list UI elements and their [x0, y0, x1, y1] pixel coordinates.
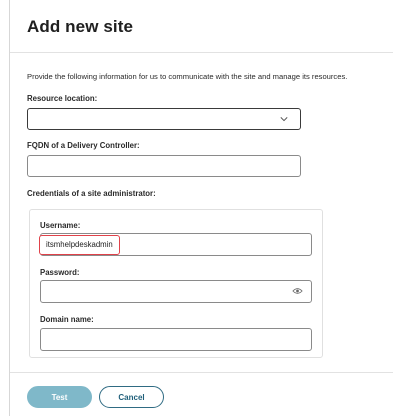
username-label: Username:: [40, 221, 81, 230]
resource-location-label: Resource location:: [27, 94, 98, 103]
dialog-footer: Test Cancel: [10, 372, 393, 417]
username-value: itsmhelpdeskadmin: [46, 240, 113, 249]
credentials-panel: Username: itsmhelpdeskadmin Password: Do…: [29, 209, 323, 358]
domain-input[interactable]: [40, 328, 312, 351]
password-label: Password:: [40, 268, 80, 277]
cancel-button[interactable]: Cancel: [99, 386, 164, 408]
chevron-down-icon: [280, 117, 288, 122]
username-highlight: itsmhelpdeskadmin: [39, 235, 120, 255]
password-input[interactable]: [40, 280, 312, 303]
add-site-dialog: Add new site Provide the following infor…: [9, 0, 393, 416]
eye-icon[interactable]: [292, 287, 303, 295]
resource-location-select[interactable]: [27, 108, 301, 130]
dialog-intro: Provide the following information for us…: [27, 72, 348, 81]
fqdn-label: FQDN of a Delivery Controller:: [27, 141, 140, 150]
credentials-label: Credentials of a site administrator:: [27, 189, 156, 198]
dialog-title: Add new site: [27, 17, 134, 36]
domain-label: Domain name:: [40, 315, 94, 324]
dialog-header: Add new site: [10, 0, 393, 53]
fqdn-input[interactable]: [27, 155, 301, 177]
test-button[interactable]: Test: [27, 386, 92, 408]
